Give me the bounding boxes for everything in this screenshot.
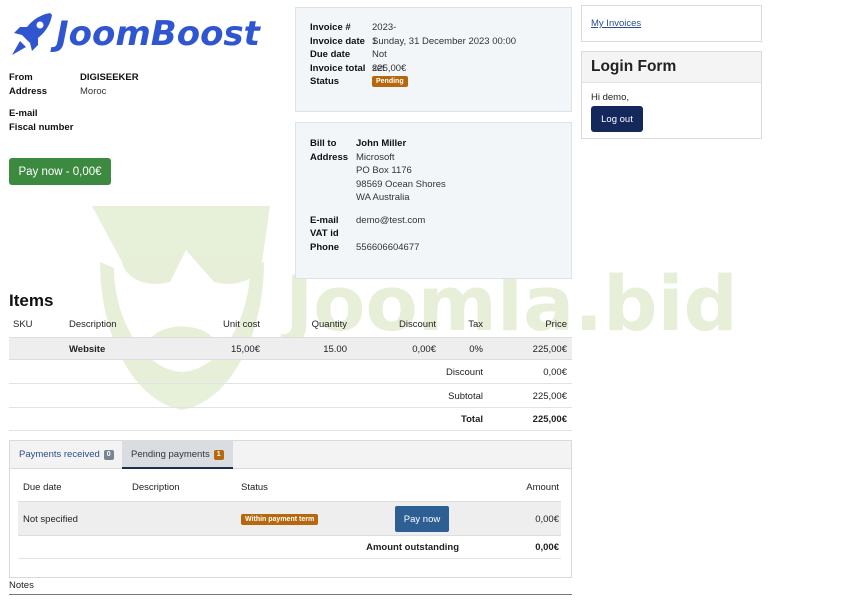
invoice-date-label: Invoice date (310, 35, 365, 47)
outstanding-label: Amount outstanding (366, 542, 459, 553)
seller-info: From DIGISEEKER Address Moroc E-mail Fis… (9, 71, 139, 134)
cell-amount: 0,00€ (535, 514, 559, 525)
col-price: Price (545, 319, 567, 330)
summary-value: 225,00€ (532, 414, 567, 425)
tab-label: Payments received (19, 449, 100, 460)
count-badge: 1 (213, 450, 224, 460)
payments-header-row: Due date Description Status Amount (18, 477, 561, 499)
email-label: E-mail (9, 108, 38, 119)
outstanding-row: Amount outstanding 0,00€ (18, 537, 561, 559)
invoice-number-label: Invoice # (310, 22, 351, 33)
summary-label: Discount (446, 367, 483, 378)
summary-label: Total (461, 414, 483, 425)
pay-now-button[interactable]: Pay now - 0,00€ (9, 158, 111, 185)
col-quantity: Quantity (311, 319, 347, 330)
login-form-title: Login Form (582, 52, 761, 83)
bill-email-label: E-mail (310, 214, 339, 226)
col-due-date: Due date (23, 482, 62, 493)
status-label: Status (310, 76, 340, 87)
tab-pending-payments[interactable]: Pending payments 1 (122, 441, 233, 469)
cell-description: Website (69, 344, 106, 355)
bill-address-line: Microsoft (356, 151, 395, 163)
col-description: Description (132, 482, 180, 493)
address-label: Address (9, 85, 48, 97)
notes-label: Notes (9, 580, 34, 591)
summary-row-discount: Discount 0,00€ (9, 361, 572, 384)
row-pay-now-button[interactable]: Pay now (395, 506, 449, 532)
col-tax: Tax (468, 319, 483, 330)
col-status: Status (241, 482, 268, 493)
notes-section: Notes (9, 580, 572, 595)
summary-value: 0,00€ (543, 367, 567, 378)
bill-address-label: Address (310, 151, 349, 163)
tab-payments-received[interactable]: Payments received 0 (10, 441, 123, 469)
invoice-total-value: 225,00€ (372, 62, 407, 74)
bill-address-line: PO Box 1176 (356, 165, 412, 176)
bill-address-line: 98569 Ocean Shores (356, 178, 446, 190)
summary-row-subtotal: Subtotal 225,00€ (9, 385, 572, 408)
phone-label: Phone (310, 241, 340, 253)
cell-tax: 0% (469, 344, 483, 355)
login-form-box: Login Form Hi demo, Log out (581, 51, 762, 139)
cell-price: 225,00€ (532, 344, 567, 355)
cell-due-date: Not specified (23, 514, 78, 525)
table-header-row: SKU Description Unit cost Quantity Disco… (9, 313, 572, 336)
col-unit-cost: Unit cost (223, 319, 260, 330)
bill-to-box: Bill to John Miller Address Microsoft PO B… (295, 122, 572, 279)
bill-email-value: demo@test.com (356, 214, 426, 226)
logout-button[interactable]: Log out (591, 106, 643, 132)
from-value: DIGISEEKER (80, 72, 139, 83)
col-amount: Amount (526, 482, 559, 493)
status-badge: Pending (372, 76, 408, 87)
count-badge: 0 (103, 450, 114, 460)
my-invoices-box: My Invoices (581, 5, 762, 42)
col-discount: Discount (399, 319, 436, 330)
bill-address-line: WA Australia (356, 192, 410, 203)
logo-text: JoomBoost (56, 14, 260, 54)
invoice-date-value: Sunday, 31 December 2023 00:00 (372, 35, 517, 47)
outstanding-value: 0,00€ (535, 542, 559, 553)
payments-panel: Payments received 0 Pending payments 1 Due… (9, 440, 572, 578)
cell-unit-cost: 15,00€ (230, 344, 260, 355)
summary-value: 225,00€ (532, 391, 567, 402)
cell-quantity: 15.00 (323, 344, 347, 355)
due-date-label: Due date (310, 49, 351, 60)
fiscal-number-label: Fiscal number (9, 121, 74, 133)
summary-label: Subtotal (448, 391, 483, 402)
items-title: Items (9, 291, 54, 310)
my-invoices-link[interactable]: My Invoices (591, 18, 641, 29)
invoice-total-label: Invoice total (310, 62, 366, 74)
summary-row-total: Total 225,00€ (9, 408, 572, 431)
greeting-text: Hi demo, (591, 92, 630, 103)
tab-bar: Payments received 0 Pending payments 1 (10, 441, 571, 469)
vat-id-label: VAT id (310, 228, 339, 239)
phone-value: 556606604677 (356, 241, 420, 253)
bill-to-name: John Miller (356, 138, 407, 149)
logo[interactable]: JoomBoost (10, 8, 290, 60)
table-row: Website 15,00€ 15.00 0,00€ 0% 225,00€ (9, 337, 572, 360)
cell-discount: 0,00€ (412, 344, 436, 355)
bill-to-label: Bill to (310, 138, 337, 149)
payment-status-badge: Within payment term (241, 514, 319, 525)
invoice-info-box: Invoice #2023-1 Invoice date Sunday, 31 D… (295, 7, 572, 112)
col-sku: SKU (13, 319, 33, 330)
rocket-icon (12, 13, 52, 55)
tab-label: Pending payments (131, 449, 210, 460)
col-description: Description (69, 319, 117, 330)
table-row: Not specified Within payment term Pay no… (18, 501, 561, 536)
address-value: Moroc (80, 85, 107, 97)
from-label: From (9, 72, 33, 83)
